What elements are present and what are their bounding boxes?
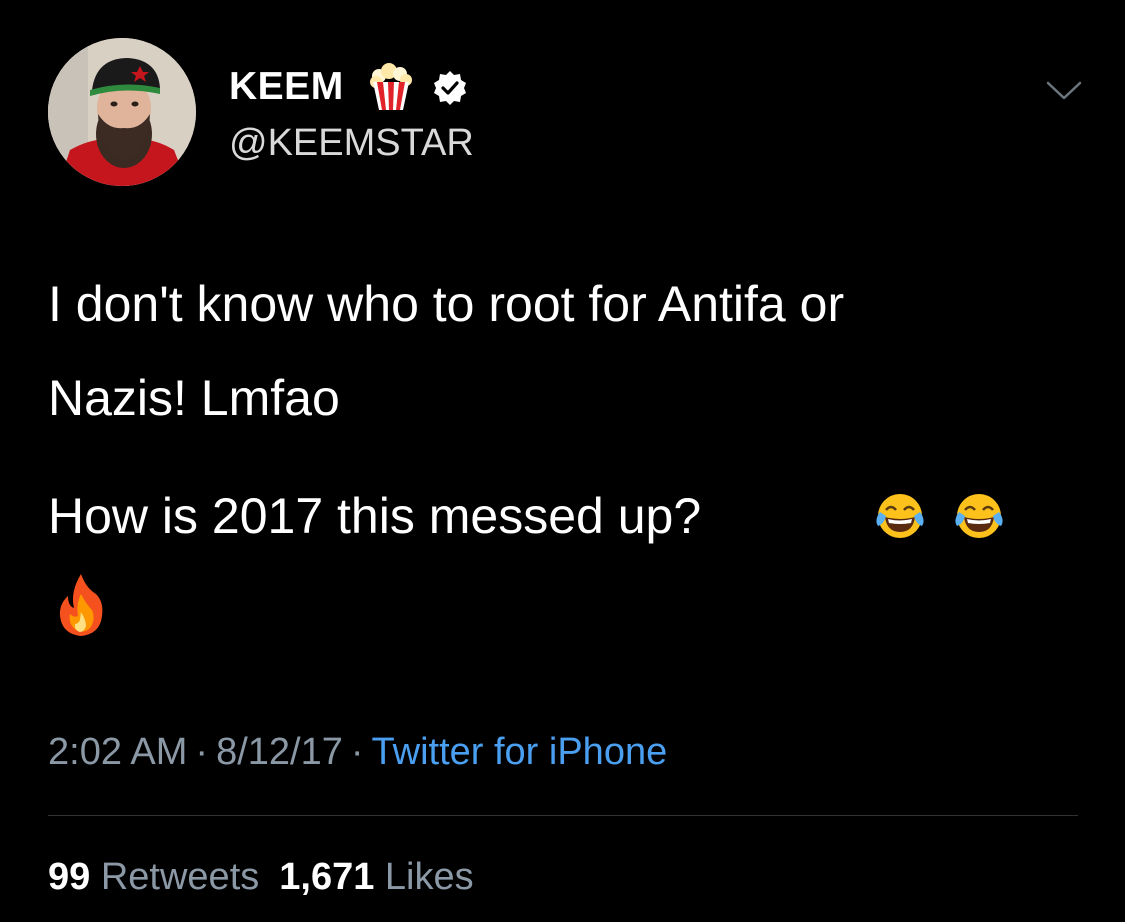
likes-count: 1,671 xyxy=(279,856,375,898)
face-with-tears-of-joy-icon xyxy=(876,494,924,538)
tweet-card: KEEM @KEEMSTAR I don't know who to root … xyxy=(0,0,1125,922)
retweets-count: 99 xyxy=(48,856,91,898)
display-name[interactable]: KEEM xyxy=(229,62,344,112)
retweets-label: Retweets xyxy=(100,856,260,898)
divider xyxy=(48,815,1078,816)
likes-stat[interactable]: 1,671 Likes xyxy=(279,856,473,898)
tweet-text-line-2: Nazis! Lmfao xyxy=(48,370,340,426)
likes-label: Likes xyxy=(384,856,474,898)
tweet-meta: 2:02 AM · 8/12/17 · Twitter for iPhone xyxy=(48,728,667,776)
meta-separator: · xyxy=(350,731,364,773)
tweet-date[interactable]: 8/12/17 xyxy=(216,731,343,773)
tweet-source-link[interactable]: Twitter for iPhone xyxy=(372,731,668,773)
meta-separator: · xyxy=(195,731,209,773)
tweet-stats: 99 Retweets 1,671 Likes xyxy=(48,853,474,901)
user-handle[interactable]: @KEEMSTAR xyxy=(229,120,474,166)
chevron-down-icon[interactable] xyxy=(1046,80,1082,102)
face-with-tears-of-joy-icon xyxy=(955,494,1003,538)
avatar[interactable] xyxy=(48,38,196,186)
popcorn-icon xyxy=(370,63,412,110)
fire-icon xyxy=(59,574,103,636)
retweets-stat[interactable]: 99 Retweets xyxy=(48,856,259,898)
verified-badge-icon xyxy=(434,71,466,105)
tweet-time[interactable]: 2:02 AM xyxy=(48,731,187,773)
tweet-text-line-1: I don't know who to root for Antifa or xyxy=(48,276,845,332)
avatar-photo xyxy=(48,38,196,186)
